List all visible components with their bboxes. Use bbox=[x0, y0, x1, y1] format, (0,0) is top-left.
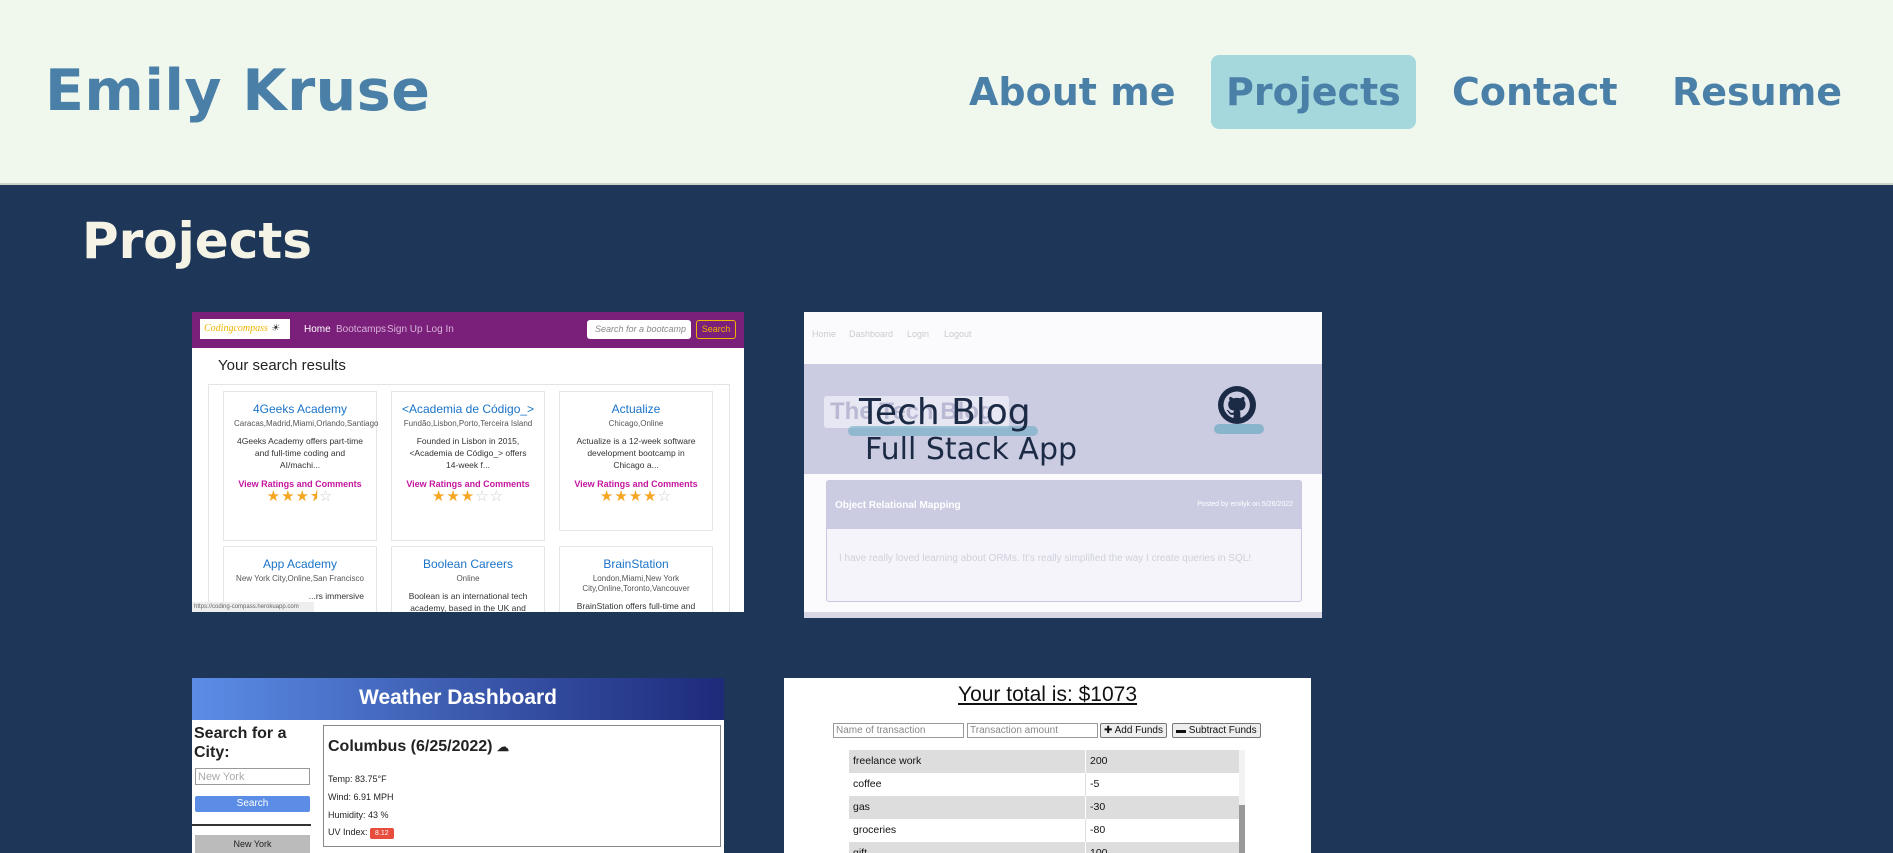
project-card-weather-dashboard[interactable]: Weather Dashboard Search for a City: New… bbox=[192, 678, 724, 853]
post-title: Object Relational Mapping bbox=[835, 500, 961, 511]
table-row: coffee -5 bbox=[849, 773, 1239, 796]
star-rating-icon: ★★★☆☆ bbox=[431, 488, 505, 505]
tile-location: Online bbox=[456, 574, 480, 583]
tile-description: Actualize is a 12-week software developm… bbox=[576, 436, 696, 470]
table-row: gas -30 bbox=[849, 796, 1239, 819]
temp-readout: Temp: 83.75°F bbox=[328, 774, 387, 784]
subtract-funds-button: ▬ Subtract Funds bbox=[1172, 723, 1261, 738]
city-input: New York bbox=[195, 768, 310, 785]
tile-name: App Academy bbox=[262, 557, 338, 571]
tile-description: BrainStation offers full-time and bbox=[576, 601, 696, 611]
screenshot-nav-home: Home bbox=[304, 324, 331, 335]
site-title[interactable]: Emily Kruse bbox=[45, 58, 430, 124]
screenshot-navbar: Codingcompass ☀ Home Bootcamps Sign Up L… bbox=[192, 312, 744, 348]
results-frame: 4Geeks Academy Caracas,Madrid,Miami,Orla… bbox=[208, 384, 730, 612]
status-url: https://coding-compass.herokuapp.com bbox=[192, 602, 314, 612]
uv-readout: UV Index: 8.12 bbox=[328, 827, 394, 839]
bootcamp-tile: <Academia de Código_> Fundão,Lisbon,Port… bbox=[391, 391, 545, 541]
section-title: Projects bbox=[82, 212, 313, 270]
github-highlight bbox=[1214, 424, 1264, 434]
history-button: New York bbox=[195, 835, 310, 853]
table-row: gift 100 bbox=[849, 842, 1239, 853]
humidity-readout: Humidity: 43 % bbox=[328, 810, 389, 820]
current-weather-panel: Columbus (6/25/2022) ☁ Temp: 83.75°F Win… bbox=[323, 725, 721, 847]
tile-description: 4Geeks Academy offers part-time and full… bbox=[237, 436, 363, 470]
tile-location: Chicago,Online bbox=[608, 419, 664, 428]
transaction-name-input: Name of transaction bbox=[833, 723, 964, 738]
budget-total: Your total is: $1073 bbox=[957, 683, 1138, 706]
star-rating-icon: ★★★★☆ bbox=[599, 488, 673, 505]
site-header: Emily Kruse About me Projects Contact Re… bbox=[0, 0, 1893, 185]
transaction-amount-input: Transaction amount bbox=[967, 723, 1098, 738]
project-card-tech-blog[interactable]: Home Dashboard Login Logout The Tech Blo… bbox=[804, 312, 1322, 618]
bootcamp-tile: 4Geeks Academy Caracas,Madrid,Miami,Orla… bbox=[223, 391, 379, 541]
blog-post: Object Relational Mapping Posted by emil… bbox=[826, 480, 1302, 602]
tile-location: New York City,Online,San Francisco bbox=[236, 574, 364, 583]
project-title: Tech Blog bbox=[859, 392, 1031, 433]
bootcamp-tile: Actualize Chicago,Online Actualize is a … bbox=[559, 391, 713, 531]
tile-name: <Academia de Código_> bbox=[401, 402, 535, 416]
screenshot-nav-logout: Logout bbox=[944, 329, 972, 339]
bootcamp-tile: BrainStation London,Miami,New York City,… bbox=[559, 546, 713, 612]
github-icon[interactable] bbox=[1218, 386, 1256, 424]
tile-location: Caracas,Madrid,Miami,Orlando,Santiago bbox=[234, 419, 379, 428]
table-row: freelance work 200 bbox=[849, 750, 1239, 773]
project-card-budget-tracker[interactable]: Your total is: $1073 Name of transaction… bbox=[784, 678, 1311, 853]
tile-description: ...rs immersive bbox=[308, 591, 364, 601]
screenshot-nav-home: Home bbox=[812, 329, 837, 339]
divider bbox=[192, 824, 311, 826]
transactions-table: freelance work 200 coffee -5 gas -30 grocer… bbox=[849, 750, 1239, 853]
star-rating-icon: ★★★⯨☆ bbox=[266, 488, 334, 505]
tile-name: 4Geeks Academy bbox=[252, 402, 348, 416]
post-meta: Posted by emilyk on 5/26/2022 bbox=[1197, 501, 1293, 508]
screenshot-nav-signup: Sign Up bbox=[387, 324, 423, 335]
table-row: groceries -80 bbox=[849, 819, 1239, 842]
scrollbar-thumb bbox=[1239, 805, 1245, 853]
add-funds-button: ✚ Add Funds bbox=[1100, 723, 1167, 738]
cloud-icon: ☁ bbox=[496, 740, 509, 754]
tile-description: Boolean is an international tech academy… bbox=[408, 591, 528, 612]
tile-name: BrainStation bbox=[603, 557, 669, 571]
screenshot-search-input: Search for a bootcamp bbox=[587, 320, 691, 339]
post-header: Object Relational Mapping Posted by emil… bbox=[827, 481, 1301, 529]
nav-contact[interactable]: Contact bbox=[1437, 55, 1633, 129]
screenshot-nav-login: Login bbox=[907, 329, 930, 339]
project-subtitle: Full Stack App bbox=[865, 432, 1078, 467]
post-body: I have really loved learning about ORMs.… bbox=[839, 553, 1252, 564]
screenshot-nav-login: Log In bbox=[426, 324, 454, 335]
screenshot-nav-bootcamps: Bootcamps bbox=[336, 324, 387, 335]
project-card-coding-compass[interactable]: Codingcompass ☀ Home Bootcamps Sign Up L… bbox=[192, 312, 744, 612]
weather-title: Weather Dashboard bbox=[359, 686, 557, 709]
tile-name: Boolean Careers bbox=[422, 557, 514, 571]
tile-location: Fundão,Lisbon,Porto,Terceira Island bbox=[403, 419, 533, 428]
screenshot-nav-dashboard: Dashboard bbox=[849, 329, 894, 339]
nav-resume[interactable]: Resume bbox=[1657, 55, 1857, 129]
tile-location: London,Miami,New York City,Online,Toront… bbox=[582, 574, 690, 593]
screenshot-search-button: Search bbox=[696, 320, 736, 339]
divider bbox=[804, 612, 1322, 618]
coding-compass-logo: Codingcompass ☀ bbox=[200, 319, 290, 339]
results-heading: Your search results bbox=[218, 357, 346, 374]
tile-name: Actualize bbox=[611, 402, 661, 416]
bootcamp-tile: Boolean Careers Online Boolean is an int… bbox=[391, 546, 545, 612]
uv-badge: 8.12 bbox=[370, 828, 394, 839]
city-search-label: Search for a City: bbox=[194, 725, 287, 761]
nav-projects[interactable]: Projects bbox=[1211, 55, 1416, 129]
table-scrollbar bbox=[1239, 750, 1245, 853]
tile-description: Founded in Lisbon in 2015, <Academia de … bbox=[409, 436, 527, 470]
wind-readout: Wind: 6.91 MPH bbox=[328, 792, 394, 802]
city-search-button: Search bbox=[195, 796, 310, 812]
nav-about-me[interactable]: About me bbox=[954, 55, 1191, 129]
current-weather-title: Columbus (6/25/2022) ☁ bbox=[328, 738, 509, 755]
